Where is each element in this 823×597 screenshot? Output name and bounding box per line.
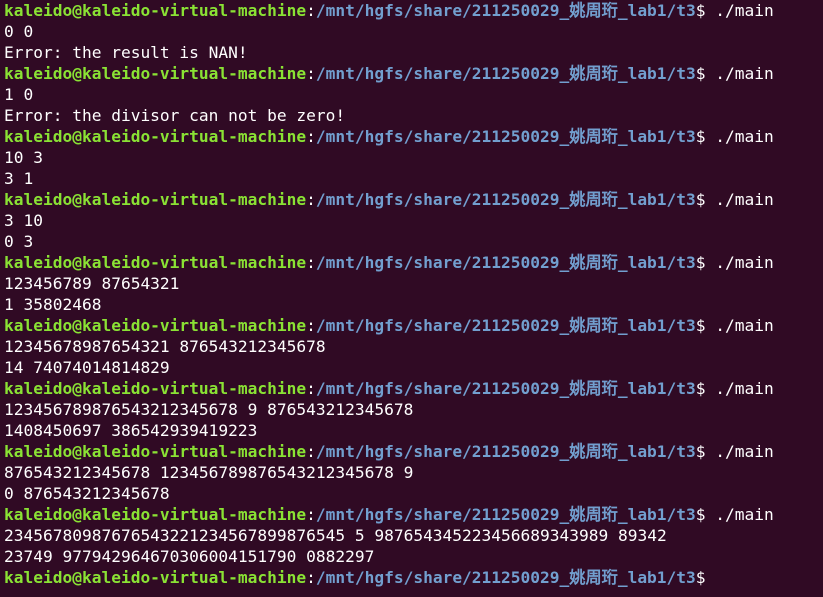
input-line: 3 10 [4,211,43,230]
prompt-separator: : [306,568,316,587]
output-line: Error: the divisor can not be zero! [4,106,346,125]
prompt-path: /mnt/hgfs/share/211250029_姚周珩_lab1/t3 [315,64,696,83]
prompt-separator: : [306,379,316,398]
command-text: ./main [715,316,774,335]
prompt-symbol: $ [695,568,716,587]
input-line: 23456780987676543221234567899876545 5 98… [4,526,667,545]
prompt-symbol: $ [695,64,716,83]
input-line: 876543212345678 123456789876543212345678… [4,463,414,482]
prompt-symbol: $ [695,190,716,209]
prompt-separator: : [306,190,316,209]
prompt-separator: : [306,253,316,272]
prompt-line: kaleido@kaleido-virtual-machine:/mnt/hgf… [4,63,823,84]
prompt-line: kaleido@kaleido-virtual-machine:/mnt/hgf… [4,189,823,210]
command-text: ./main [715,253,774,272]
prompt-user-host: kaleido@kaleido-virtual-machine [4,1,307,20]
prompt-path: /mnt/hgfs/share/211250029_姚周珩_lab1/t3 [315,379,696,398]
output-line: Error: the result is NAN! [4,43,248,62]
prompt-separator: : [306,316,316,335]
output-line: 14 74074014814829 [4,358,170,377]
output-line: 0 876543212345678 [4,484,170,503]
prompt-user-host: kaleido@kaleido-virtual-machine [4,316,307,335]
prompt-path: /mnt/hgfs/share/211250029_姚周珩_lab1/t3 [315,442,696,461]
prompt-user-host: kaleido@kaleido-virtual-machine [4,190,307,209]
prompt-symbol: $ [695,316,716,335]
prompt-separator: : [306,442,316,461]
prompt-user-host: kaleido@kaleido-virtual-machine [4,568,307,587]
prompt-path: /mnt/hgfs/share/211250029_姚周珩_lab1/t3 [315,253,696,272]
command-text: ./main [715,379,774,398]
output-line: 23749 977942964670306004151790 0882297 [4,547,375,566]
prompt-path: /mnt/hgfs/share/211250029_姚周珩_lab1/t3 [315,127,696,146]
prompt-user-host: kaleido@kaleido-virtual-machine [4,379,307,398]
terminal-window[interactable]: kaleido@kaleido-virtual-machine:/mnt/hgf… [0,0,823,597]
output-line: 3 1 [4,169,34,188]
prompt-separator: : [306,1,316,20]
prompt-separator: : [306,127,316,146]
input-line: 10 3 [4,148,43,167]
prompt-symbol: $ [695,1,716,20]
input-line: 0 0 [4,22,34,41]
prompt-line: kaleido@kaleido-virtual-machine:/mnt/hgf… [4,252,823,273]
output-line: 1 35802468 [4,295,102,314]
prompt-user-host: kaleido@kaleido-virtual-machine [4,442,307,461]
output-line: 1408450697 386542939419223 [4,421,258,440]
prompt-separator: : [306,505,316,524]
prompt-path: /mnt/hgfs/share/211250029_姚周珩_lab1/t3 [315,568,696,587]
command-text: ./main [715,505,774,524]
prompt-symbol: $ [695,379,716,398]
input-line: 12345678987654321 876543212345678 [4,337,326,356]
input-line: 123456789876543212345678 9 8765432123456… [4,400,414,419]
prompt-line: kaleido@kaleido-virtual-machine:/mnt/hgf… [4,126,823,147]
input-line: 1 0 [4,85,34,104]
prompt-symbol: $ [695,442,716,461]
prompt-user-host: kaleido@kaleido-virtual-machine [4,64,307,83]
prompt-path: /mnt/hgfs/share/211250029_姚周珩_lab1/t3 [315,505,696,524]
prompt-user-host: kaleido@kaleido-virtual-machine [4,253,307,272]
prompt-path: /mnt/hgfs/share/211250029_姚周珩_lab1/t3 [315,1,696,20]
command-text: ./main [715,442,774,461]
prompt-line: kaleido@kaleido-virtual-machine:/mnt/hgf… [4,0,823,21]
prompt-user-host: kaleido@kaleido-virtual-machine [4,505,307,524]
prompt-line: kaleido@kaleido-virtual-machine:/mnt/hgf… [4,441,823,462]
command-text: ./main [715,1,774,20]
prompt-line: kaleido@kaleido-virtual-machine:/mnt/hgf… [4,378,823,399]
prompt-line: kaleido@kaleido-virtual-machine:/mnt/hgf… [4,504,823,525]
command-text: ./main [715,127,774,146]
prompt-line-current[interactable]: kaleido@kaleido-virtual-machine:/mnt/hgf… [4,567,823,588]
prompt-path: /mnt/hgfs/share/211250029_姚周珩_lab1/t3 [315,190,696,209]
command-text: ./main [715,190,774,209]
command-text: ./main [715,64,774,83]
prompt-symbol: $ [695,505,716,524]
prompt-symbol: $ [695,253,716,272]
prompt-separator: : [306,64,316,83]
prompt-line: kaleido@kaleido-virtual-machine:/mnt/hgf… [4,315,823,336]
output-line: 0 3 [4,232,34,251]
input-line: 123456789 87654321 [4,274,180,293]
prompt-user-host: kaleido@kaleido-virtual-machine [4,127,307,146]
prompt-path: /mnt/hgfs/share/211250029_姚周珩_lab1/t3 [315,316,696,335]
prompt-symbol: $ [695,127,716,146]
